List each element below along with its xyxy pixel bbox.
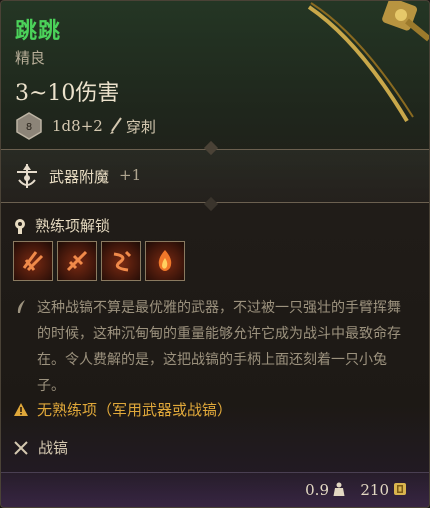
item-rarity: 精良: [15, 49, 46, 67]
action-slash-icon[interactable]: [13, 241, 53, 281]
action-cleave-icon[interactable]: [57, 241, 97, 281]
enchantment-label: 武器附魔: [49, 168, 110, 186]
damage-dice-row: 8 1d8+2 穿刺: [15, 111, 156, 141]
weapon-type-row: 战镐: [13, 437, 68, 458]
item-description: 这种战镐不算是最优雅的武器，不过被一只强壮的手臂挥舞的时候，这种沉甸甸的重量能够…: [37, 300, 401, 394]
item-name: 跳跳: [15, 18, 62, 44]
weapon-type: 战镐: [38, 439, 69, 457]
enchantment-row: 武器附魔 +1: [1, 140, 429, 212]
weight-icon: [333, 482, 345, 496]
crossed-weapons-icon: [14, 440, 28, 455]
proficiency-unlock-label: 熟练项解锁: [35, 217, 111, 235]
damage-dice: 1d8+2: [52, 117, 103, 135]
enchantment-value: +1: [119, 166, 142, 184]
damage-type: 穿刺: [125, 117, 156, 136]
damage-range: 3~10伤害: [15, 81, 120, 106]
action-fire-icon[interactable]: [145, 241, 185, 281]
item-weight: 0.9: [305, 481, 329, 499]
unlock-icon: [15, 218, 25, 234]
proficiency-warning: 无熟练项（军用武器或战镐）: [13, 399, 232, 420]
war-pick-art-icon: [307, 1, 429, 123]
item-price: 210: [360, 481, 389, 499]
warning-text: 无熟练项（军用武器或战镐）: [37, 401, 233, 419]
piercing-icon: [109, 117, 122, 134]
tooltip-footer: 0.9 210: [1, 472, 429, 507]
gold-coin-icon: [394, 483, 406, 495]
proficiency-unlock-header: 熟练项解锁: [13, 215, 110, 236]
item-tooltip: 跳跳 精良 3~10伤害 8 1d8+2 穿刺 武器附魔 +1 熟练项解锁 这种…: [0, 0, 430, 508]
enchantment-icon: [17, 164, 37, 188]
warning-icon: [14, 403, 28, 416]
unlocked-actions: [13, 241, 185, 281]
action-lacerate-icon[interactable]: [101, 241, 141, 281]
svg-text:8: 8: [26, 122, 32, 133]
quill-icon: [17, 300, 25, 313]
d8-die-icon: 8: [15, 112, 43, 140]
